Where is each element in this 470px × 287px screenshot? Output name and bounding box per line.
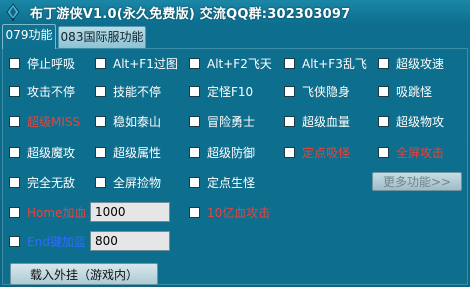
checkbox-label: 定点吸怪	[302, 145, 351, 160]
checkbox-box[interactable]	[9, 85, 20, 97]
checkbox-super-attack-speed[interactable]: 超级攻速	[378, 55, 444, 71]
end-mp-value-input[interactable]: 800	[90, 231, 170, 251]
checkbox-label: 停止呼吸	[27, 56, 76, 71]
checkbox-super-attributes[interactable]: 超级属性	[95, 144, 161, 160]
checkbox-label: 吸跳怪	[396, 84, 433, 99]
tab-079[interactable]: 079功能	[2, 24, 56, 49]
checkbox-box[interactable]	[189, 206, 200, 218]
checkbox-label: End键加蓝	[27, 234, 86, 249]
load-cheat-button[interactable]: 载入外挂（游戏内）	[10, 263, 158, 285]
checkbox-label: 10亿血攻击	[207, 205, 271, 220]
checkbox-label: 全屏捡物	[113, 175, 162, 190]
checkbox-alt-f3[interactable]: Alt+F3乱飞	[284, 55, 367, 71]
checkbox-box[interactable]	[189, 57, 200, 69]
checkbox-alt-f2[interactable]: Alt+F2飞天	[189, 55, 272, 71]
app-logo-icon	[4, 3, 22, 21]
checkbox-label: Home加血	[27, 205, 87, 220]
checkbox-fixed-point-vacuum[interactable]: 定点吸怪	[284, 144, 350, 160]
checkbox-box[interactable]	[95, 85, 106, 97]
checkbox-box[interactable]	[9, 57, 20, 69]
checkbox-fixed-point-spawn[interactable]: 定点生怪	[189, 174, 255, 190]
checkbox-vacuum-jump-monster[interactable]: 吸跳怪	[378, 83, 432, 99]
home-hp-value-input[interactable]: 1000	[90, 202, 170, 222]
checkbox-box[interactable]	[189, 146, 200, 158]
checkbox-home-hp[interactable]: Home加血	[9, 204, 86, 220]
checkbox-label: 超级MISS	[27, 114, 81, 129]
checkbox-label: 冒险勇士	[207, 114, 256, 129]
checkbox-label: 超级魔攻	[27, 145, 76, 160]
tab-083-international[interactable]: 083国际服功能	[58, 26, 146, 48]
checkbox-freeze-monster-f10[interactable]: 定怪F10	[189, 83, 253, 99]
checkbox-box[interactable]	[189, 85, 200, 97]
checkbox-box[interactable]	[284, 57, 295, 69]
checkbox-fullscreen-attack[interactable]: 全屏攻击	[378, 144, 444, 160]
checkbox-end-mp[interactable]: End键加蓝	[9, 233, 86, 249]
checkbox-label: 超级血量	[302, 114, 351, 129]
checkbox-box[interactable]	[189, 115, 200, 127]
checkbox-alt-f1[interactable]: Alt+F1过图	[95, 55, 178, 71]
checkbox-adventure-warrior[interactable]: 冒险勇士	[189, 113, 255, 129]
checkbox-box[interactable]	[378, 57, 389, 69]
checkbox-box[interactable]	[9, 115, 20, 127]
checkbox-label: 定点生怪	[207, 175, 256, 190]
window-title: 布丁游侠V1.0(永久免费版) 交流QQ群:302303097	[30, 7, 351, 22]
checkbox-box[interactable]	[284, 146, 295, 158]
checkbox-label: 超级防御	[207, 145, 256, 160]
tab-bar: 079功能 083国际服功能	[0, 24, 470, 49]
checkbox-full-invincible[interactable]: 完全无敌	[9, 174, 75, 190]
checkbox-box[interactable]	[378, 115, 389, 127]
checkbox-label: 稳如泰山	[113, 114, 162, 129]
checkbox-box[interactable]	[95, 176, 106, 188]
checkbox-box[interactable]	[9, 176, 20, 188]
checkbox-box[interactable]	[284, 115, 295, 127]
checkbox-box[interactable]	[378, 85, 389, 97]
checkbox-box[interactable]	[95, 57, 106, 69]
checkbox-steady-as-mountain[interactable]: 稳如泰山	[95, 113, 161, 129]
checkbox-box[interactable]	[9, 206, 20, 218]
checkbox-box[interactable]	[9, 235, 20, 247]
checkbox-label: Alt+F2飞天	[207, 56, 272, 71]
checkbox-label: 超级攻速	[396, 56, 445, 71]
checkbox-box[interactable]	[9, 146, 20, 158]
checkbox-super-physical-attack[interactable]: 超级物攻	[378, 113, 444, 129]
checkbox-box[interactable]	[95, 115, 106, 127]
checkbox-label: Alt+F3乱飞	[302, 56, 367, 71]
checkbox-super-magic-attack[interactable]: 超级魔攻	[9, 144, 75, 160]
checkbox-stop-breathing[interactable]: 停止呼吸	[9, 55, 75, 71]
checkbox-label: 超级属性	[113, 145, 162, 160]
checkbox-box[interactable]	[95, 146, 106, 158]
title-bar: 布丁游侠V1.0(永久免费版) 交流QQ群:302303097	[0, 0, 470, 24]
more-features-button[interactable]: 更多功能>>	[372, 172, 462, 191]
checkbox-label: 飞侠隐身	[302, 84, 351, 99]
checkbox-label: 技能不停	[113, 84, 162, 99]
checkbox-label: 全屏攻击	[396, 145, 445, 160]
checkbox-fullscreen-loot[interactable]: 全屏捡物	[95, 174, 161, 190]
checkbox-label: 超级物攻	[396, 114, 445, 129]
checkbox-skill-nonstop[interactable]: 技能不停	[95, 83, 161, 99]
checkbox-box[interactable]	[189, 176, 200, 188]
checkbox-label: 攻击不停	[27, 84, 76, 99]
app-window: 布丁游侠V1.0(永久免费版) 交流QQ群:302303097 079功能 08…	[0, 0, 470, 287]
checkbox-super-hp[interactable]: 超级血量	[284, 113, 350, 129]
checkbox-label: 完全无敌	[27, 175, 76, 190]
checkbox-billion-hp-attack[interactable]: 10亿血攻击	[189, 204, 270, 220]
checkbox-attack-nonstop[interactable]: 攻击不停	[9, 83, 75, 99]
checkbox-label: 定怪F10	[207, 84, 254, 99]
checkbox-box[interactable]	[284, 85, 295, 97]
checkbox-super-miss[interactable]: 超级MISS	[9, 113, 80, 129]
checkbox-label: Alt+F1过图	[113, 56, 178, 71]
checkbox-super-defense[interactable]: 超级防御	[189, 144, 255, 160]
checkbox-box[interactable]	[378, 146, 389, 158]
checkbox-thief-stealth[interactable]: 飞侠隐身	[284, 83, 350, 99]
